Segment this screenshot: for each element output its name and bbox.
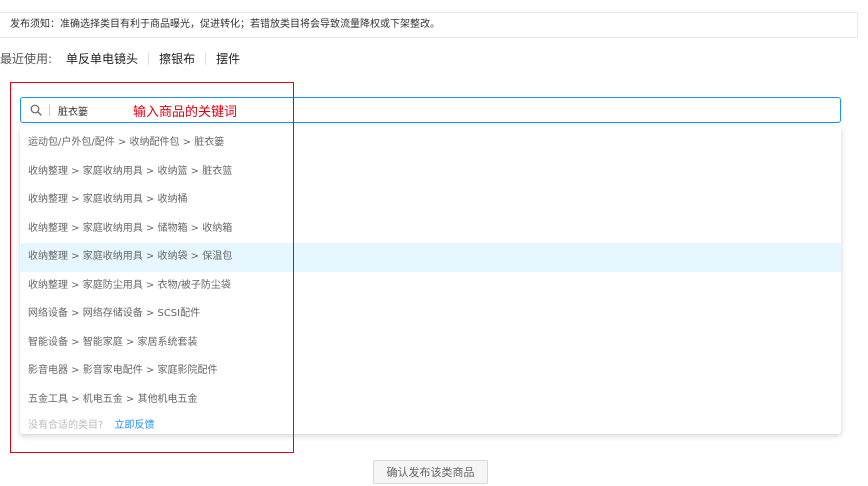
search-input[interactable] bbox=[58, 104, 138, 116]
recent-divider bbox=[205, 53, 207, 65]
feedback-link[interactable]: 立即反馈 bbox=[115, 420, 155, 431]
recent-item-ornament[interactable]: 摆件 bbox=[216, 50, 240, 68]
suggestion-item[interactable]: 收纳整理 > 家庭收纳用具 > 收纳篮 > 脏衣篮 bbox=[20, 158, 841, 187]
publish-notice-text: 发布须知：准确选择类目有利于商品曝光，促进转化；若错放类目将会导致流量降权或下架… bbox=[10, 19, 440, 30]
suggestion-item-highlighted[interactable]: 收纳整理 > 家庭收纳用具 > 收纳袋 > 保温包 bbox=[20, 243, 841, 272]
publish-notice: 发布须知：准确选择类目有利于商品曝光，促进转化；若错放类目将会导致流量降权或下架… bbox=[0, 12, 858, 38]
no-match-text: 没有合适的类目? bbox=[28, 420, 104, 431]
recent-item-cloth[interactable]: 擦银布 bbox=[159, 50, 195, 68]
search-divider bbox=[49, 104, 50, 116]
recent-item-lens[interactable]: 单反单电镜头 bbox=[66, 50, 138, 68]
suggestion-item[interactable]: 影音电器 > 影音家电配件 > 家庭影院配件 bbox=[20, 357, 841, 386]
suggestion-item[interactable]: 网络设备 > 网络存储设备 > SCSI配件 bbox=[20, 300, 841, 329]
suggestion-item[interactable]: 收纳整理 > 家庭防尘用具 > 衣物/被子防尘袋 bbox=[20, 272, 841, 301]
dropdown-footer: 没有合适的类目? 立即反馈 bbox=[20, 414, 841, 438]
suggestion-item[interactable]: 收纳整理 > 家庭收纳用具 > 收纳桶 bbox=[20, 186, 841, 215]
category-suggestion-dropdown: 运动包/户外包/配件 > 收纳配件包 > 脏衣篓 收纳整理 > 家庭收纳用具 >… bbox=[20, 126, 841, 434]
recent-label: 最近使用: bbox=[0, 52, 53, 66]
recent-divider bbox=[148, 53, 150, 65]
search-icon bbox=[29, 103, 43, 117]
suggestion-item[interactable]: 运动包/户外包/配件 > 收纳配件包 > 脏衣篓 bbox=[20, 129, 841, 158]
annotation-label: 输入商品的关键词 bbox=[133, 105, 238, 120]
suggestion-item[interactable]: 五金工具 > 机电五金 > 其他机电五金 bbox=[20, 386, 841, 415]
suggestion-item[interactable]: 智能设备 > 智能家庭 > 家居系统套装 bbox=[20, 329, 841, 358]
recent-categories: 最近使用: 单反单电镜头 擦银布 摆件 bbox=[0, 50, 240, 68]
suggestion-item[interactable]: 收纳整理 > 家庭收纳用具 > 储物箱 > 收纳箱 bbox=[20, 215, 841, 244]
confirm-publish-button[interactable]: 确认发布该类商品 bbox=[373, 460, 488, 484]
